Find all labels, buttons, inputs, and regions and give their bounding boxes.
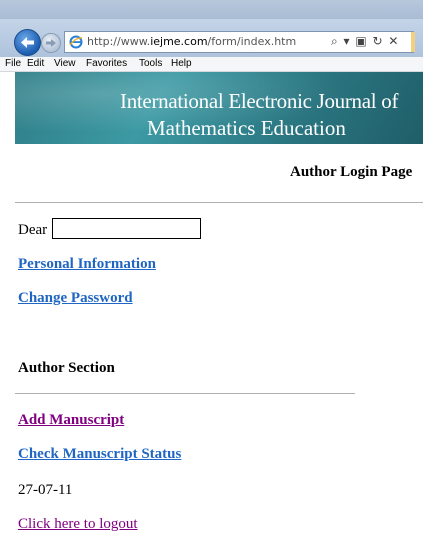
add-manuscript-link[interactable]: Add Manuscript [18,412,124,429]
window-titlebar [0,0,423,19]
browser-navbar: http://www.iejme.com/form/index.htm ⌕ ▾ … [0,19,423,57]
menu-tools[interactable]: Tools [139,58,162,69]
logout-link[interactable]: Click here to logout [18,516,138,533]
menu-favorites[interactable]: Favorites [86,58,127,69]
address-bar[interactable]: http://www.iejme.com/form/index.htm ⌕ ▾ … [64,31,415,53]
dear-name-field[interactable] [52,218,201,239]
url-text[interactable]: http://www.iejme.com/form/index.htm [87,35,296,48]
forward-arrow-icon [46,39,56,47]
date-text: 27-07-11 [18,482,73,498]
banner-title-line2: Mathematics Education [147,116,346,140]
change-password-link[interactable]: Change Password [18,290,133,307]
ie-logo-icon [69,35,83,49]
back-button[interactable] [14,29,41,56]
page-title: Author Login Page [290,164,413,180]
menu-help[interactable]: Help [171,58,192,69]
address-tools[interactable]: ⌕ ▾ ▣ ↻ ✕ [331,34,399,50]
journal-banner: International Electronic Journal of Math… [15,72,423,144]
banner-title-line1: International Electronic Journal of [120,89,399,113]
menu-edit[interactable]: Edit [27,58,44,69]
personal-information-link[interactable]: Personal Information [18,256,156,273]
menu-view[interactable]: View [54,58,76,69]
new-tab-edge[interactable] [411,32,415,52]
check-manuscript-status-link[interactable]: Check Manuscript Status [18,446,181,463]
back-arrow-icon [21,37,34,48]
divider [15,202,423,203]
dear-label: Dear [18,222,48,238]
author-section-title: Author Section [18,360,115,376]
forward-button[interactable] [41,33,61,53]
divider [15,393,355,394]
menu-bar: File Edit View Favorites Tools Help [0,57,423,72]
menu-file[interactable]: File [5,58,21,69]
